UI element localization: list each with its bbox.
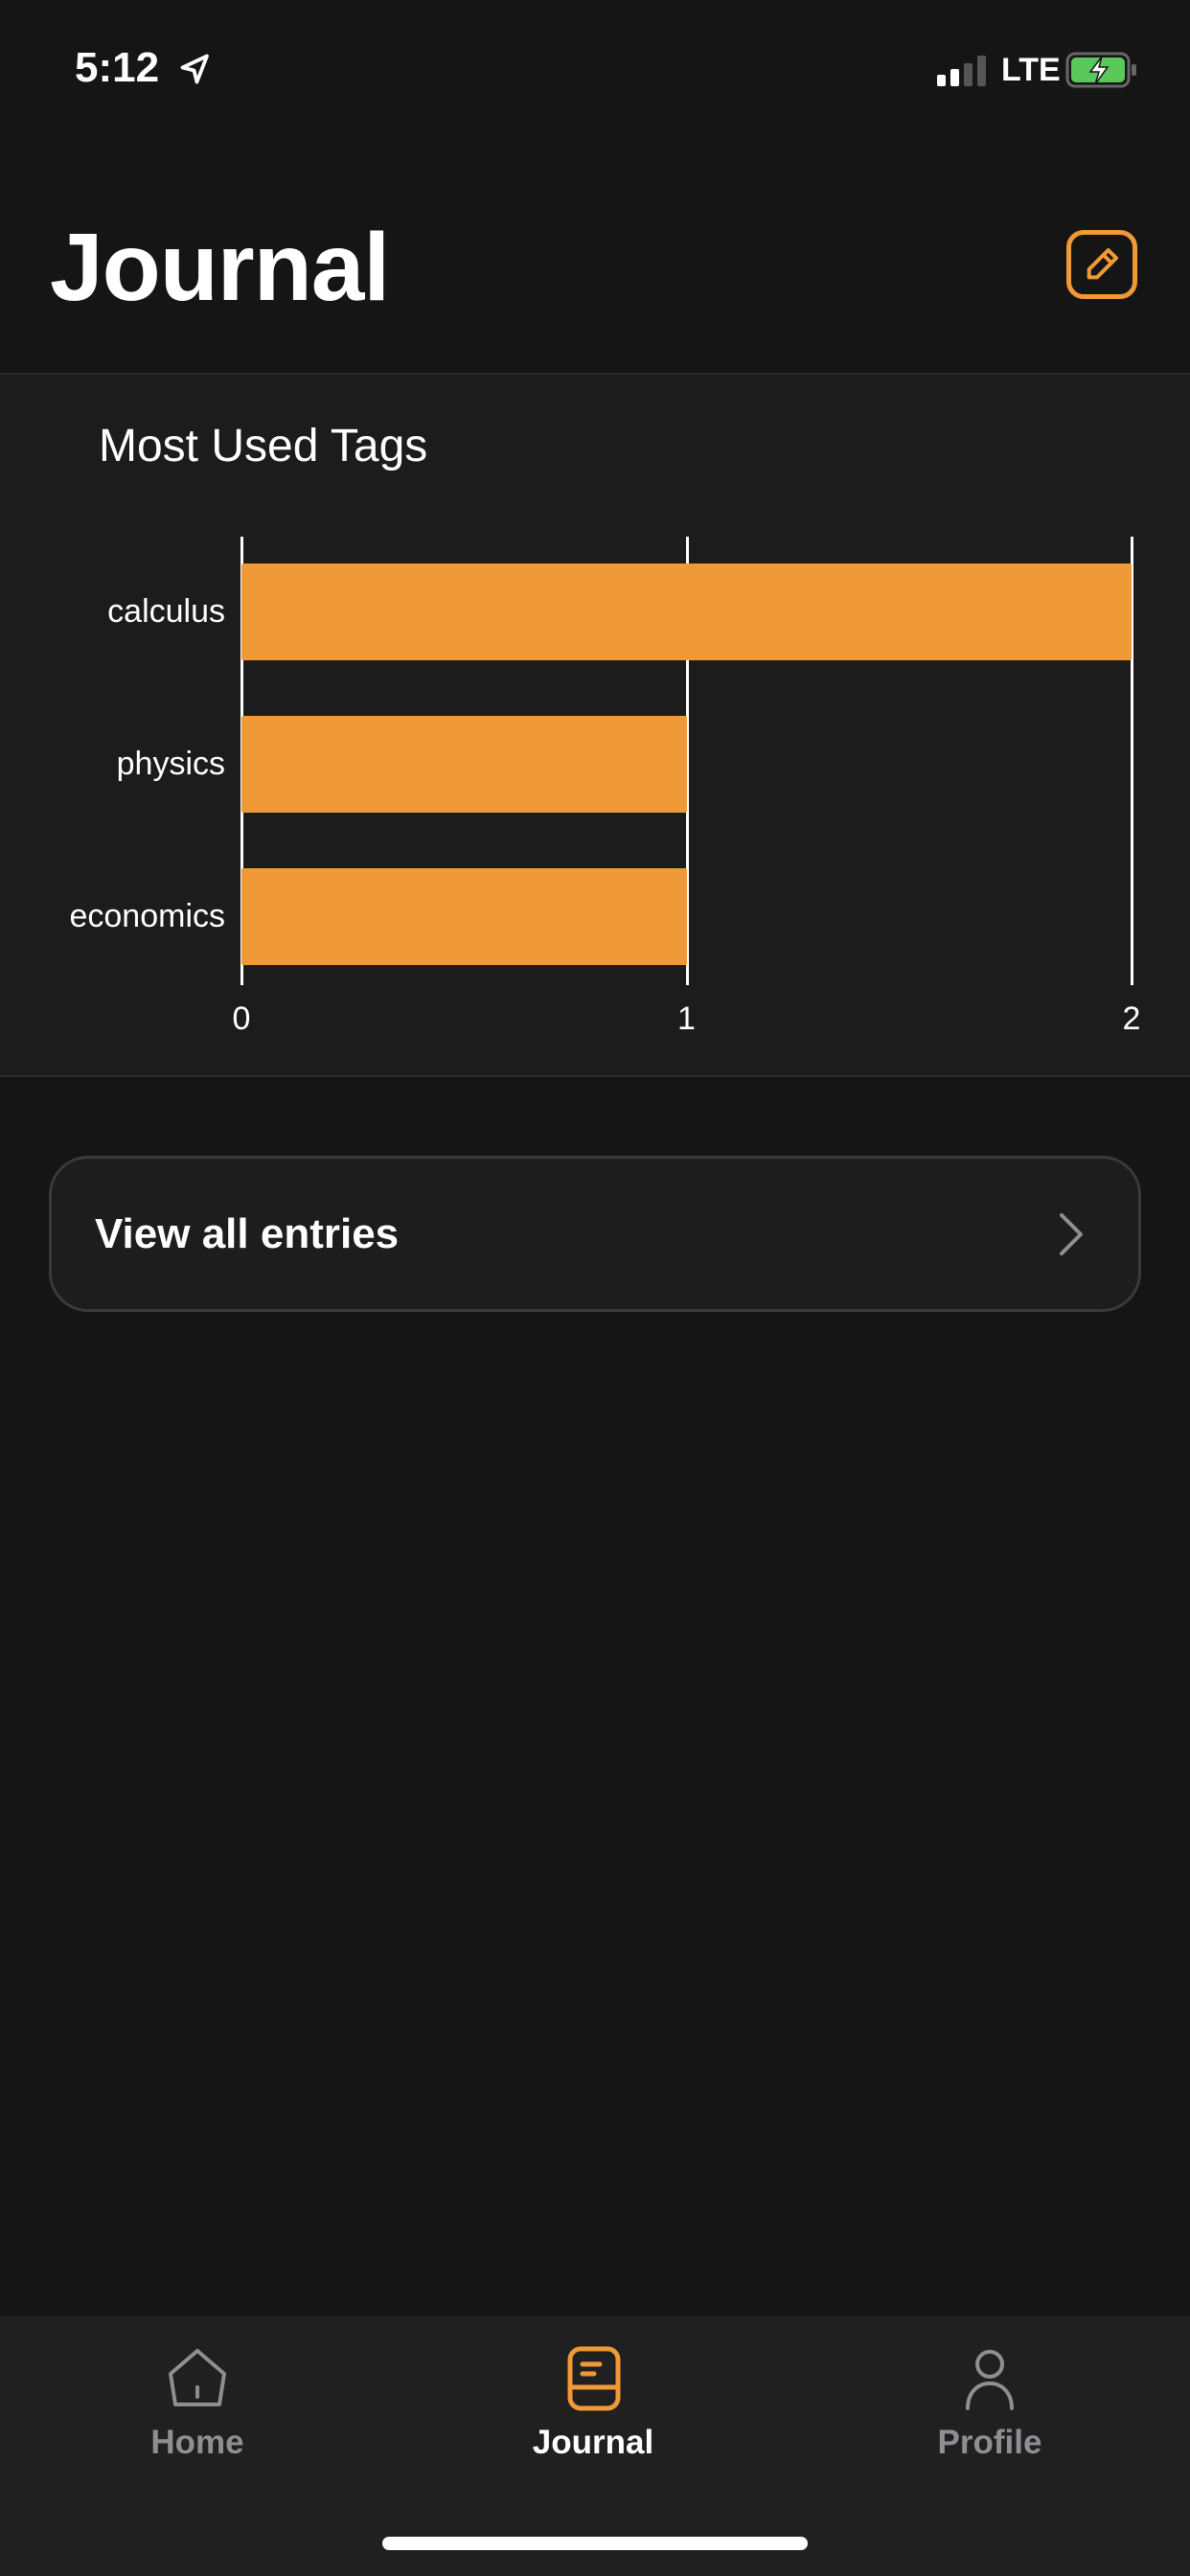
tab-label: Home — [150, 2424, 244, 2461]
tab-journal[interactable]: Journal — [478, 2345, 708, 2462]
category-label: physics — [116, 746, 225, 782]
view-all-entries-button[interactable]: View all entries — [49, 1156, 1141, 1312]
person-icon — [966, 2350, 1014, 2410]
x-tick-label: 0 — [232, 1000, 251, 1037]
category-label: economics — [69, 898, 225, 934]
tab-profile[interactable]: Profile — [875, 2345, 1105, 2462]
tab-label: Profile — [937, 2424, 1042, 2461]
journal-icon — [567, 2346, 621, 2411]
tab-home[interactable]: Home — [82, 2345, 312, 2462]
x-tick-label: 2 — [1122, 1000, 1141, 1037]
home-icon — [169, 2349, 226, 2406]
view-all-label: View all entries — [95, 1209, 400, 1257]
bar-economics — [241, 868, 687, 965]
home-indicator — [382, 2537, 808, 2550]
tab-label: Journal — [532, 2424, 654, 2461]
bar-calculus — [241, 564, 1132, 660]
bar-physics — [241, 716, 687, 813]
tags-bar-chart: 0 1 2 calculus physics economics — [0, 0, 1190, 1077]
category-label: calculus — [107, 593, 225, 630]
x-tick-label: 1 — [677, 1000, 696, 1037]
chevron-right-icon — [1060, 1212, 1083, 1255]
